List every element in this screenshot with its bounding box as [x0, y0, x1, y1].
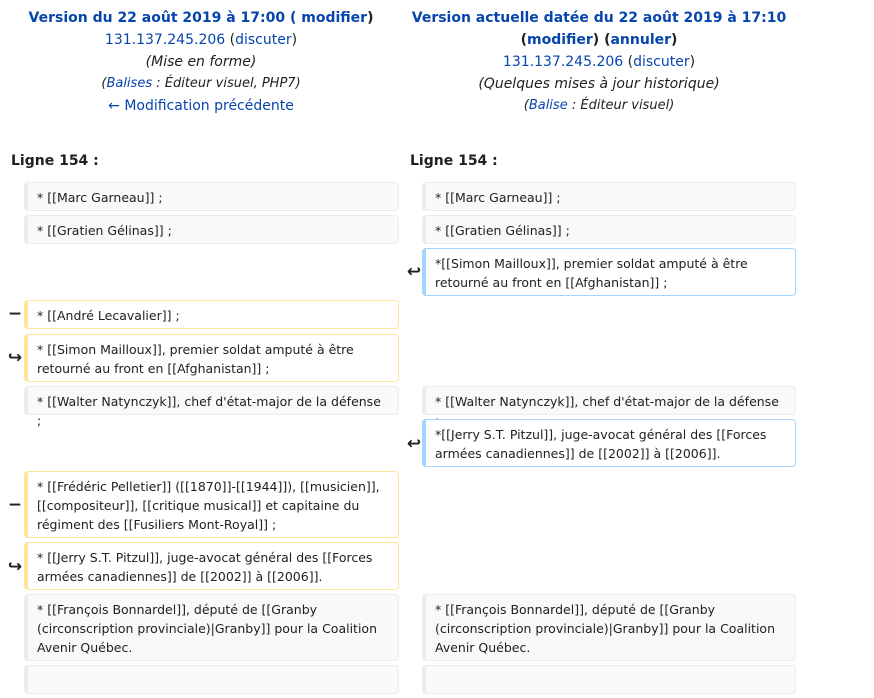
left-title-prefix: Version du 22 août 2019 à 17:00 (	[28, 10, 297, 26]
left-modify-link[interactable]: modifier	[301, 10, 367, 26]
left-tags-close: )	[295, 76, 301, 91]
previous-edit-link[interactable]: ← Modification précédente	[108, 98, 294, 114]
right-actions-line: (modifier) (annuler)	[398, 29, 800, 51]
right-tag-sep: :	[567, 98, 581, 113]
moved-line-star: *	[37, 550, 48, 565]
right-empty-context-line	[422, 665, 796, 694]
right-line-number: Ligne 154 :	[410, 153, 498, 169]
left-tags-values: Éditeur visuel, PHP7	[164, 76, 296, 91]
right-context-line: * [[Gratien Gélinas]] ;	[422, 215, 796, 244]
left-revision-title: Version du 22 août 2019 à 17:00 ( modifi…	[0, 7, 402, 29]
moved-paragraph-arrow-icon[interactable]: ↪	[5, 558, 25, 577]
moved-line-text: [[Jerry S.T. Pitzul]], juge-avocat génér…	[37, 550, 373, 584]
moved-line-star: *	[37, 342, 48, 357]
added-line-text: [[Jerry S.T. Pitzul]], juge-avocat génér…	[435, 427, 767, 461]
left-user-line: 131.137.245.206 (discuter)	[0, 29, 402, 51]
left-moved-line: * [[Simon Mailloux]], premier soldat amp…	[24, 334, 399, 382]
right-added-line: *[[Jerry S.T. Pitzul]], juge-avocat géné…	[422, 419, 796, 467]
left-revision-date-link[interactable]: Version du 22 août 2019 à 17:00 (	[29, 10, 302, 26]
moved-paragraph-anchor-icon[interactable]: ↩	[404, 435, 424, 454]
right-tag-close: )	[669, 98, 675, 113]
left-talk-close: )	[291, 32, 298, 48]
right-tag-values: Éditeur visuel	[580, 98, 670, 113]
left-deleted-line: * [[Frédéric Pelletier]] ([[1870]]-[[194…	[24, 471, 399, 538]
left-talk-open: (	[225, 32, 236, 48]
right-context-line: * [[Walter Natynczyk]], chef d'état-majo…	[422, 386, 796, 428]
right-talk-open: (	[623, 54, 634, 70]
left-revision-header: Version du 22 août 2019 à 17:00 ( modifi…	[0, 7, 402, 117]
left-tags-line: (Balises : Éditeur visuel, PHP7)	[0, 73, 402, 95]
right-talk-close: )	[689, 54, 696, 70]
left-title-suffix: )	[367, 10, 374, 26]
right-undo-link[interactable]: annuler	[610, 32, 671, 48]
left-context-line: * [[François Bonnardel]], député de [[Gr…	[24, 594, 399, 661]
added-line-text: [[Simon Mailloux]], premier soldat amput…	[435, 256, 748, 290]
right-edit-summary: (Quelques mises à jour historique)	[478, 76, 720, 92]
right-added-line: *[[Simon Mailloux]], premier soldat ampu…	[422, 248, 796, 296]
removed-line-minus-icon: −	[7, 304, 23, 324]
right-context-line: * [[Marc Garneau]] ;	[422, 182, 796, 211]
right-user-ip-link[interactable]: 131.137.245.206	[503, 54, 623, 70]
left-tags-link[interactable]: Balises	[106, 76, 152, 91]
right-revision-header: Version actuelle datée du 22 août 2019 à…	[398, 7, 800, 117]
left-tags-sep: :	[152, 76, 165, 91]
right-user-line: 131.137.245.206 (discuter)	[398, 51, 800, 73]
right-revision-title-link[interactable]: Version actuelle datée du 22 août 2019 à…	[412, 10, 787, 26]
left-context-line: * [[Marc Garneau]] ;	[24, 182, 399, 211]
right-undo-close: )	[671, 32, 678, 48]
right-talk-link[interactable]: discuter	[633, 54, 690, 70]
moved-line-text: [[Simon Mailloux]], premier soldat amput…	[37, 342, 354, 376]
right-tags-line: (Balise : Éditeur visuel)	[398, 95, 800, 117]
left-user-ip-link[interactable]: 131.137.245.206	[105, 32, 225, 48]
moved-paragraph-anchor-icon[interactable]: ↩	[404, 263, 424, 282]
left-context-line: * [[Walter Natynczyk]], chef d'état-majo…	[24, 386, 399, 428]
removed-line-minus-icon: −	[7, 495, 23, 515]
left-empty-context-line	[24, 665, 399, 694]
left-line-number: Ligne 154 :	[11, 153, 99, 169]
right-modify-close: ) (	[592, 32, 611, 48]
right-modify-link[interactable]: modifier	[527, 32, 593, 48]
left-moved-line: * [[Jerry S.T. Pitzul]], juge-avocat gén…	[24, 542, 399, 590]
left-context-line: * [[Gratien Gélinas]] ;	[24, 215, 399, 244]
left-edit-summary: (Mise en forme)	[145, 54, 257, 70]
right-context-line: * [[François Bonnardel]], député de [[Gr…	[422, 594, 796, 661]
left-talk-link[interactable]: discuter	[235, 32, 292, 48]
left-deleted-line: * [[André Lecavalier]] ;	[24, 300, 399, 329]
moved-paragraph-arrow-icon[interactable]: ↪	[5, 349, 25, 368]
right-tag-link[interactable]: Balise	[529, 98, 568, 113]
